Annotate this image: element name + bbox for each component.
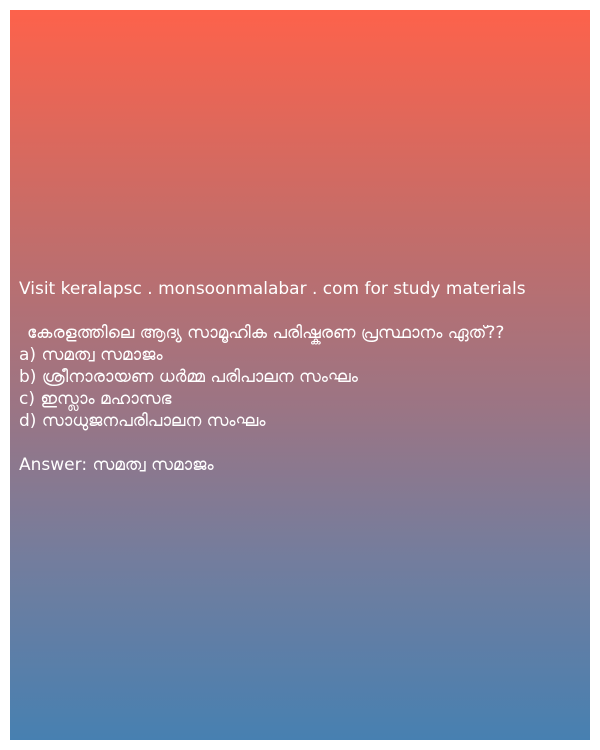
option-a: a) സമത്വ സമാജം	[19, 345, 163, 365]
quiz-card: Visit keralapsc . monsoonmalabar . com f…	[10, 10, 590, 740]
promo-text: Visit keralapsc . monsoonmalabar . com f…	[19, 279, 526, 299]
quiz-content: Visit keralapsc . monsoonmalabar . com f…	[19, 278, 584, 476]
answer-text: Answer: സമത്വ സമാജം	[19, 455, 214, 475]
question-text: കേരളത്തിലെ ആദ്യ സാമൂഹിക പരിഷ്കരണ പ്രസ്ഥാ…	[27, 323, 505, 343]
option-b: b) ശ്രീനാരായണ ധർമ്മ പരിപാലന സംഘം	[19, 367, 358, 387]
option-d: d) സാധുജനപരിപാലന സംഘം	[19, 411, 266, 431]
option-c: c) ഇസ്ലാം മഹാസഭ	[19, 389, 172, 409]
